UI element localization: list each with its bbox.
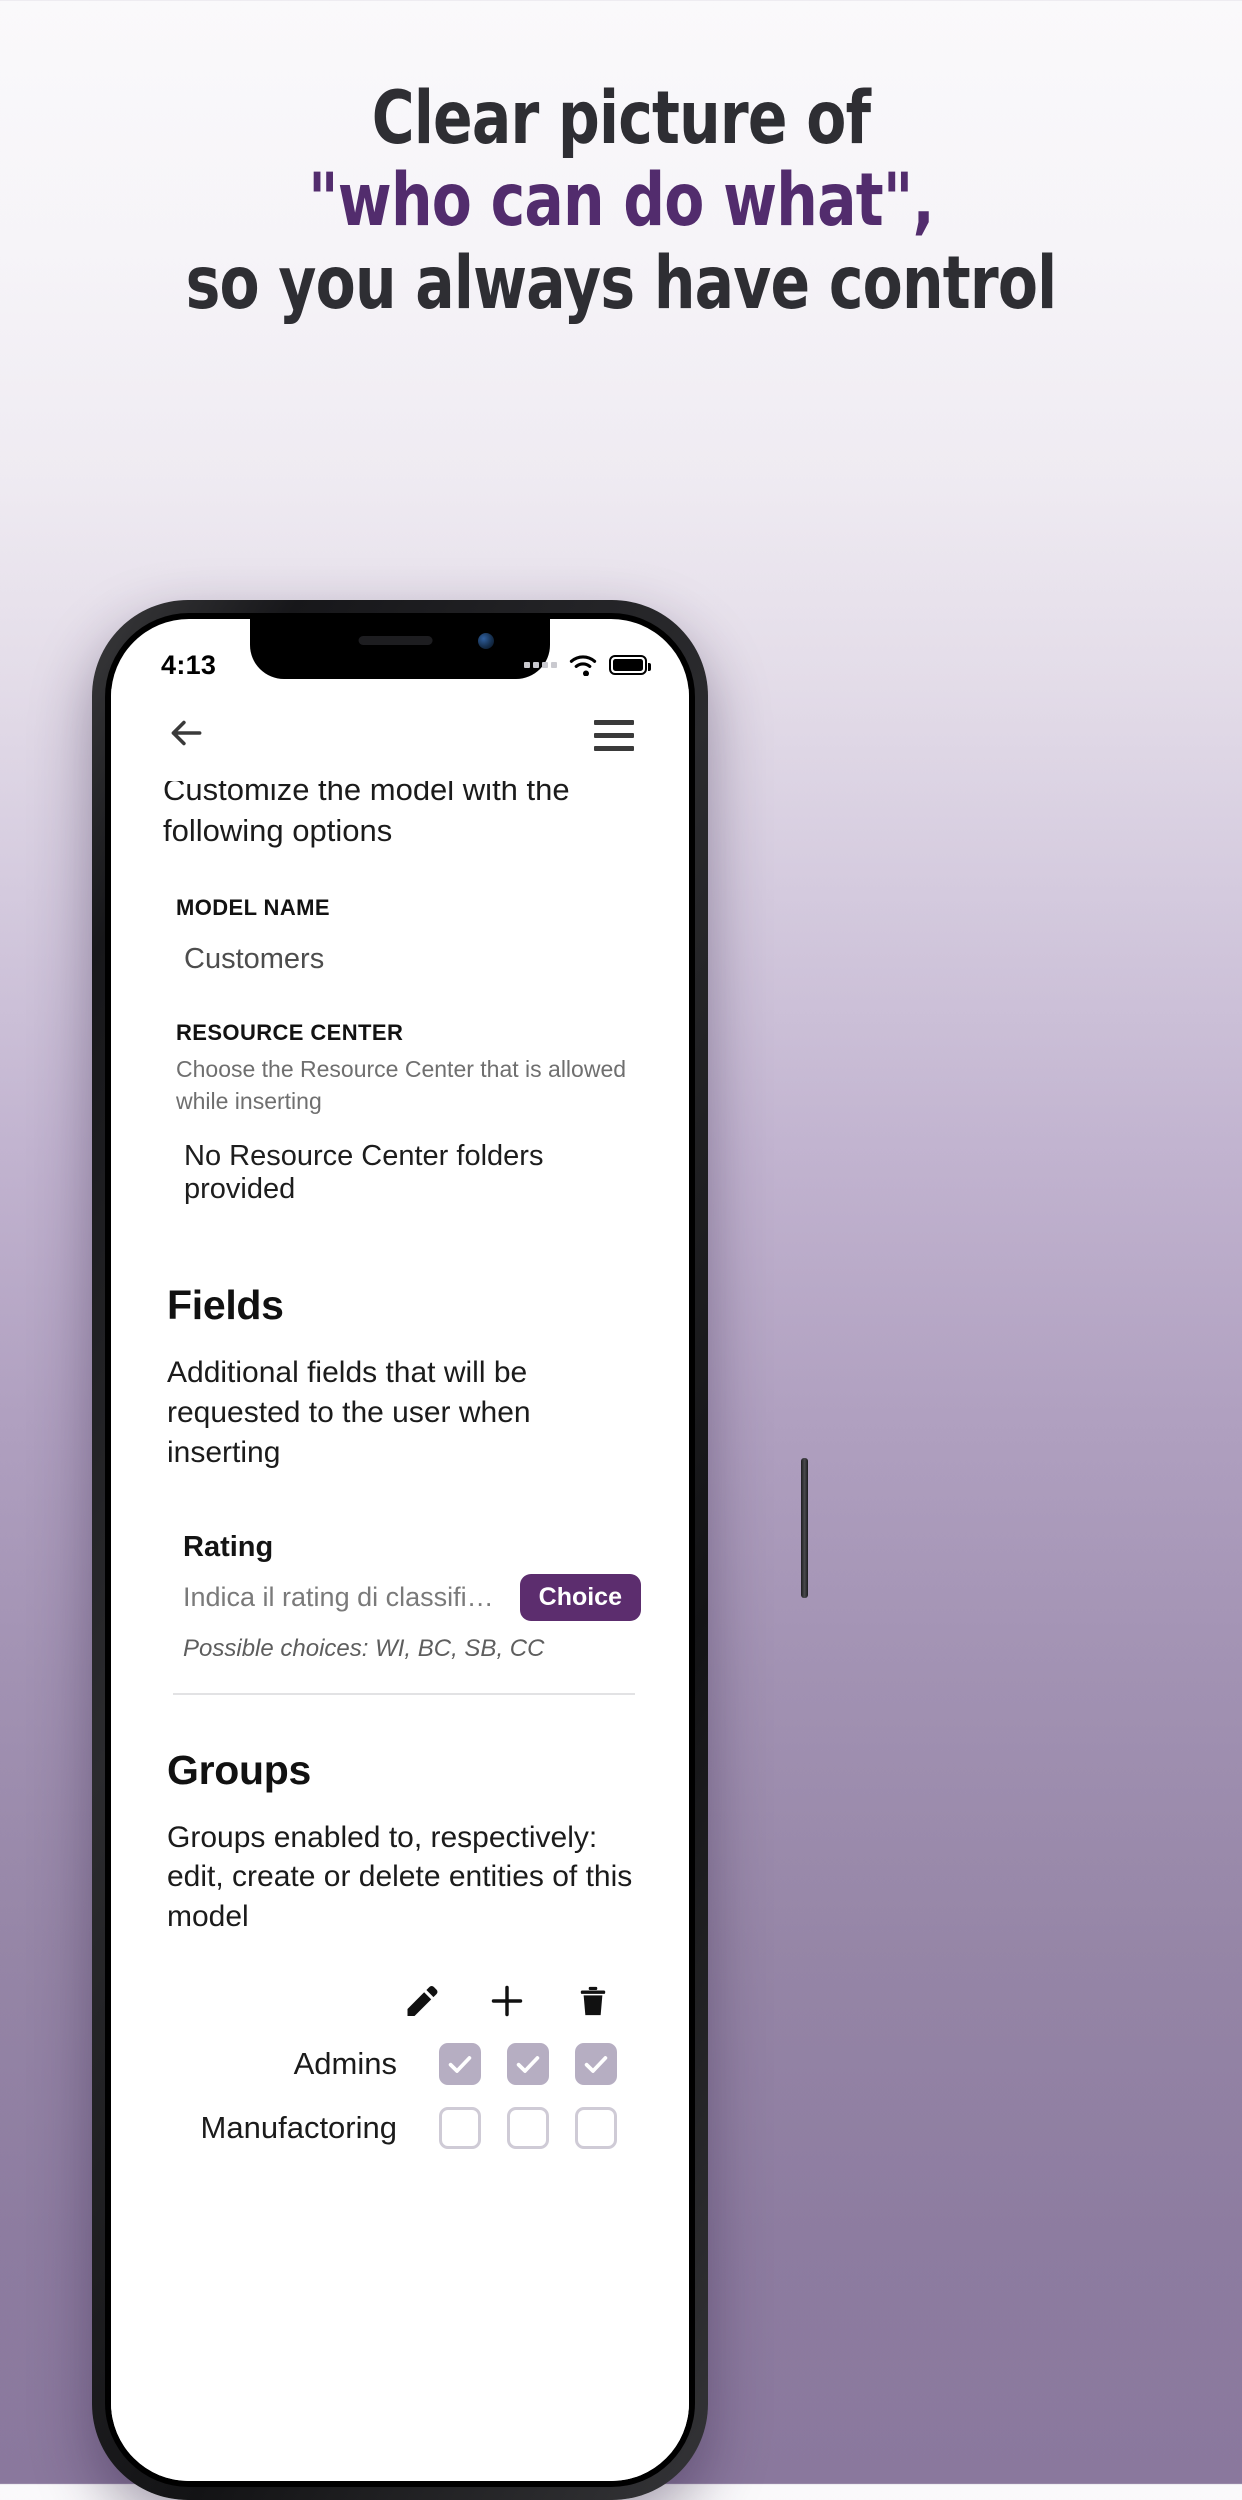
fields-description: Additional fields that will be requested… — [167, 1355, 531, 1469]
resource-center-description: Choose the Resource Center that is allow… — [176, 1056, 627, 1115]
group-delete-checkbox[interactable] — [575, 2043, 617, 2086]
fields-section: Fields Additional fields that will be re… — [163, 1282, 641, 1695]
trash-delete-icon[interactable] — [573, 1981, 613, 2021]
field-description: Indica il rating di classificazione… — [183, 1581, 504, 1612]
groups-heading: Groups — [167, 1746, 311, 1793]
field-choices: Possible choices: WI, BC, SB, CC — [183, 1634, 545, 1662]
status-time: 4:13 — [161, 649, 217, 680]
phone-bezel: 4:13 Customize the model with the follow… — [105, 613, 695, 2487]
plus-add-icon[interactable] — [487, 1981, 527, 2021]
group-delete-checkbox[interactable] — [575, 2107, 617, 2150]
model-name-section: MODEL NAME Customers — [163, 895, 641, 976]
phone-screen: 4:13 Customize the model with the follow… — [111, 619, 689, 2481]
signal-dots-icon — [524, 662, 557, 668]
group-edit-checkbox[interactable] — [439, 2043, 481, 2086]
permission-icons-row — [167, 1981, 641, 2021]
model-name-label: MODEL NAME — [176, 895, 330, 921]
resource-center-label: RESOURCE CENTER — [176, 1020, 404, 1046]
fields-heading: Fields — [167, 1281, 284, 1328]
groups-section: Groups Groups enabled to, respectively: … — [163, 1747, 641, 2150]
headline-line-3: so you always have control — [185, 240, 1058, 326]
phone-power-button[interactable] — [801, 1458, 808, 1598]
group-create-checkbox[interactable] — [507, 2107, 549, 2150]
field-detail-row: Indica il rating di classificazione… Cho… — [183, 1573, 641, 1621]
group-row[interactable]: Manufactoring — [167, 2107, 641, 2150]
group-row[interactable]: Admins — [167, 2043, 641, 2086]
field-name: Rating — [183, 1530, 274, 1563]
arrow-left-icon — [165, 712, 207, 759]
back-button[interactable] — [159, 708, 213, 762]
app-bar — [111, 689, 689, 781]
pencil-edit-icon[interactable] — [401, 1981, 441, 2021]
intro-text: Customize the model with the following o… — [163, 781, 570, 849]
hamburger-menu-icon — [594, 719, 634, 751]
wifi-icon — [568, 654, 598, 677]
headline-line-1: Clear picture of — [371, 76, 871, 161]
resource-center-section: RESOURCE CENTER Choose the Resource Cent… — [163, 1020, 641, 1205]
field-item[interactable]: Rating Indica il rating di classificazio… — [167, 1531, 641, 1663]
model-name-value[interactable]: Customers — [176, 943, 641, 976]
resource-center-value[interactable]: No Resource Center folders provided — [176, 1140, 641, 1206]
settings-content[interactable]: Customize the model with the following o… — [111, 781, 689, 2481]
field-type-badge: Choice — [519, 1573, 641, 1621]
group-edit-checkbox[interactable] — [439, 2107, 481, 2150]
promo-headline: Clear picture of "who can do what", so y… — [124, 78, 1118, 325]
groups-description: Groups enabled to, respectively: edit, c… — [167, 1820, 633, 1934]
battery-full-icon — [609, 655, 651, 675]
status-indicators — [524, 654, 651, 677]
phone-mockup: 4:13 Customize the model with the follow… — [92, 600, 808, 2500]
group-name: Admins — [293, 2046, 397, 2082]
menu-button[interactable] — [587, 708, 641, 762]
headline-line-2: "who can do what", — [308, 158, 934, 244]
group-create-checkbox[interactable] — [507, 2043, 549, 2086]
group-name: Manufactoring — [200, 2110, 397, 2146]
status-bar: 4:13 — [111, 619, 689, 689]
section-divider — [173, 1692, 635, 1695]
